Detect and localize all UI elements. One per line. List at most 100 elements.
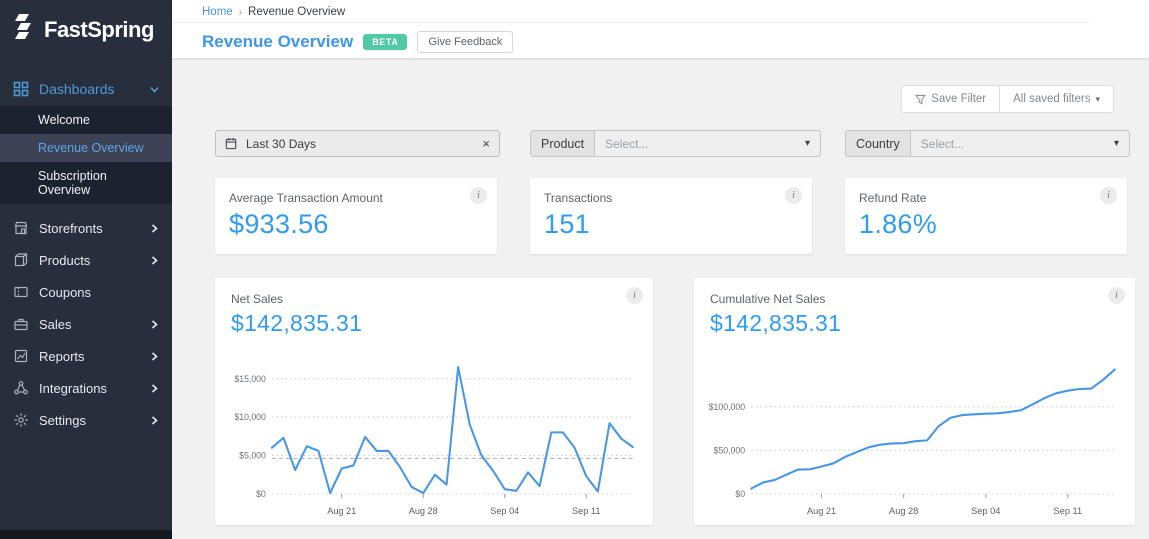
- page-title: Revenue Overview: [202, 32, 354, 51]
- product-filter-label: Product: [531, 131, 596, 156]
- product-filter[interactable]: Product Select... ▾: [530, 130, 821, 157]
- storefronts-label: Storefronts: [39, 220, 103, 236]
- sidebar-item-reports[interactable]: Reports: [0, 340, 172, 372]
- svg-text:$10,000: $10,000: [234, 412, 265, 422]
- svg-text:Aug 28: Aug 28: [409, 506, 438, 516]
- product-filter-placeholder: Select...: [605, 136, 649, 151]
- svg-text:Aug 28: Aug 28: [889, 506, 918, 516]
- coupons-icon: [14, 286, 28, 298]
- svg-text:Sep 04: Sep 04: [490, 506, 519, 516]
- svg-text:$0: $0: [256, 489, 266, 499]
- svg-text:$15,000: $15,000: [234, 374, 265, 384]
- sidebar-item-sales[interactable]: Sales: [0, 308, 172, 340]
- save-filter-label: Save Filter: [931, 93, 987, 105]
- chart-value: $142,835.31: [710, 310, 842, 336]
- sidebar-item-dashboards[interactable]: Dashboards: [0, 72, 172, 106]
- main-content: Save Filter All saved filters ▾ Last 30 …: [172, 58, 1149, 539]
- sidebar-item-settings[interactable]: Settings: [0, 404, 172, 436]
- breadcrumb-current: Revenue Overview: [248, 6, 346, 18]
- chart-title: Net Sales: [231, 292, 284, 306]
- net-sales-chart-card: Net Sales $142,835.31 i $0 $5,000 $10,000 $…: [215, 278, 653, 525]
- sidebar: FastSpring Dashboards Welcome Revenue Ov…: [0, 0, 172, 539]
- sidebar-item-coupons[interactable]: Coupons: [0, 276, 172, 308]
- reports-icon: [14, 349, 28, 363]
- saved-filters-group: Save Filter All saved filters ▾: [901, 85, 1114, 113]
- metric-card-transactions: Transactions 151 i: [530, 178, 812, 254]
- metric-card-average-transaction-amount: Average Transaction Amount $933.56 i: [215, 178, 497, 254]
- sidebar-item-integrations[interactable]: Integrations: [0, 372, 172, 404]
- chevron-right-icon: [151, 383, 158, 393]
- chevron-down-icon: [150, 86, 159, 93]
- metric-label: Refund Rate: [859, 191, 927, 205]
- clear-date-filter-icon[interactable]: ×: [482, 137, 490, 150]
- dashboards-label: Dashboards: [39, 81, 115, 97]
- metric-label: Transactions: [544, 191, 613, 205]
- info-icon[interactable]: i: [470, 187, 487, 204]
- breadcrumb-separator: ›: [238, 6, 243, 18]
- net-sales-line-chart: $0 $5,000 $10,000 $15,000 Aug 21 Aug 28 Sep 04…: [234, 366, 634, 516]
- integrations-icon: [14, 381, 28, 395]
- products-label: Products: [39, 252, 91, 268]
- dashboards-grid-icon: [13, 81, 29, 97]
- give-feedback-button[interactable]: Give Feedback: [417, 31, 514, 53]
- svg-text:$50,000: $50,000: [714, 445, 746, 455]
- coupons-label: Coupons: [39, 284, 92, 300]
- info-icon[interactable]: i: [1108, 287, 1125, 304]
- country-filter-label: Country: [846, 131, 911, 156]
- chart-title: Cumulative Net Sales: [710, 292, 826, 306]
- sales-label: Sales: [39, 316, 72, 332]
- storefront-icon: [14, 221, 28, 235]
- logo-text: FastSpring: [44, 16, 154, 42]
- svg-text:Aug 21: Aug 21: [327, 506, 356, 516]
- sidebar-item-products[interactable]: Products: [0, 244, 172, 276]
- settings-gear-icon: [14, 413, 28, 427]
- metric-label: Average Transaction Amount: [229, 191, 383, 205]
- date-range-filter[interactable]: Last 30 Days ×: [215, 130, 500, 157]
- page-header: Home › Revenue Overview Revenue Overview…: [172, 0, 1149, 58]
- sidebar-item-storefronts[interactable]: Storefronts: [0, 212, 172, 244]
- chevron-right-icon: [151, 319, 158, 329]
- beta-badge: BETA: [363, 34, 408, 50]
- sidebar-footer: [0, 530, 172, 539]
- caret-down-icon: ▾: [1095, 93, 1100, 104]
- caret-down-icon: ▾: [1113, 138, 1119, 149]
- svg-text:Sep 11: Sep 11: [572, 506, 600, 516]
- cumulative-net-sales-chart-card: Cumulative Net Sales $142,835.31 i $0 $50…: [694, 278, 1135, 525]
- caret-down-icon: ▾: [804, 138, 810, 149]
- all-saved-filters-label: All saved filters: [1013, 93, 1091, 105]
- breadcrumb-home-link[interactable]: Home: [202, 6, 233, 18]
- settings-label: Settings: [39, 412, 86, 428]
- chevron-right-icon: [151, 351, 158, 361]
- svg-text:$100,000: $100,000: [709, 402, 745, 412]
- sidebar-item-revenue-overview[interactable]: Revenue Overview: [0, 134, 172, 162]
- svg-text:Sep 11: Sep 11: [1054, 506, 1083, 516]
- svg-text:Aug 21: Aug 21: [807, 506, 836, 516]
- cumulative-net-sales-line-chart: $0 $50,000 $100,000 Aug 21 Aug 28 Sep 04 Sep 1…: [709, 368, 1116, 516]
- chevron-right-icon: [151, 415, 158, 425]
- save-filter-button[interactable]: Save Filter: [902, 86, 999, 112]
- funnel-icon: [915, 94, 927, 104]
- chart-value: $142,835.31: [231, 310, 363, 336]
- sales-icon: [14, 318, 28, 331]
- info-icon[interactable]: i: [1100, 187, 1117, 204]
- breadcrumb: Home › Revenue Overview: [172, 0, 1089, 23]
- date-range-value: Last 30 Days: [246, 136, 317, 151]
- integrations-label: Integrations: [39, 380, 107, 396]
- metric-value: 1.86%: [859, 209, 938, 239]
- svg-text:Sep 04: Sep 04: [971, 506, 1000, 516]
- filter-row: Last 30 Days × Product Select... ▾ Count…: [172, 130, 1149, 158]
- svg-text:$5,000: $5,000: [239, 450, 266, 460]
- info-icon[interactable]: i: [785, 187, 802, 204]
- country-filter[interactable]: Country Select... ▾: [845, 130, 1130, 157]
- svg-text:$0: $0: [735, 489, 745, 499]
- chevron-right-icon: [151, 223, 158, 233]
- calendar-icon: [225, 137, 237, 150]
- metric-value: $933.56: [229, 209, 329, 239]
- metric-card-refund-rate: Refund Rate 1.86% i: [845, 178, 1127, 254]
- info-icon[interactable]: i: [626, 287, 643, 304]
- sidebar-item-subscription-overview[interactable]: Subscription Overview: [0, 162, 172, 204]
- sidebar-item-welcome[interactable]: Welcome: [0, 106, 172, 134]
- fastspring-logo[interactable]: FastSpring: [0, 0, 172, 58]
- all-saved-filters-dropdown[interactable]: All saved filters ▾: [999, 86, 1113, 112]
- fastspring-logo-icon: [12, 13, 36, 46]
